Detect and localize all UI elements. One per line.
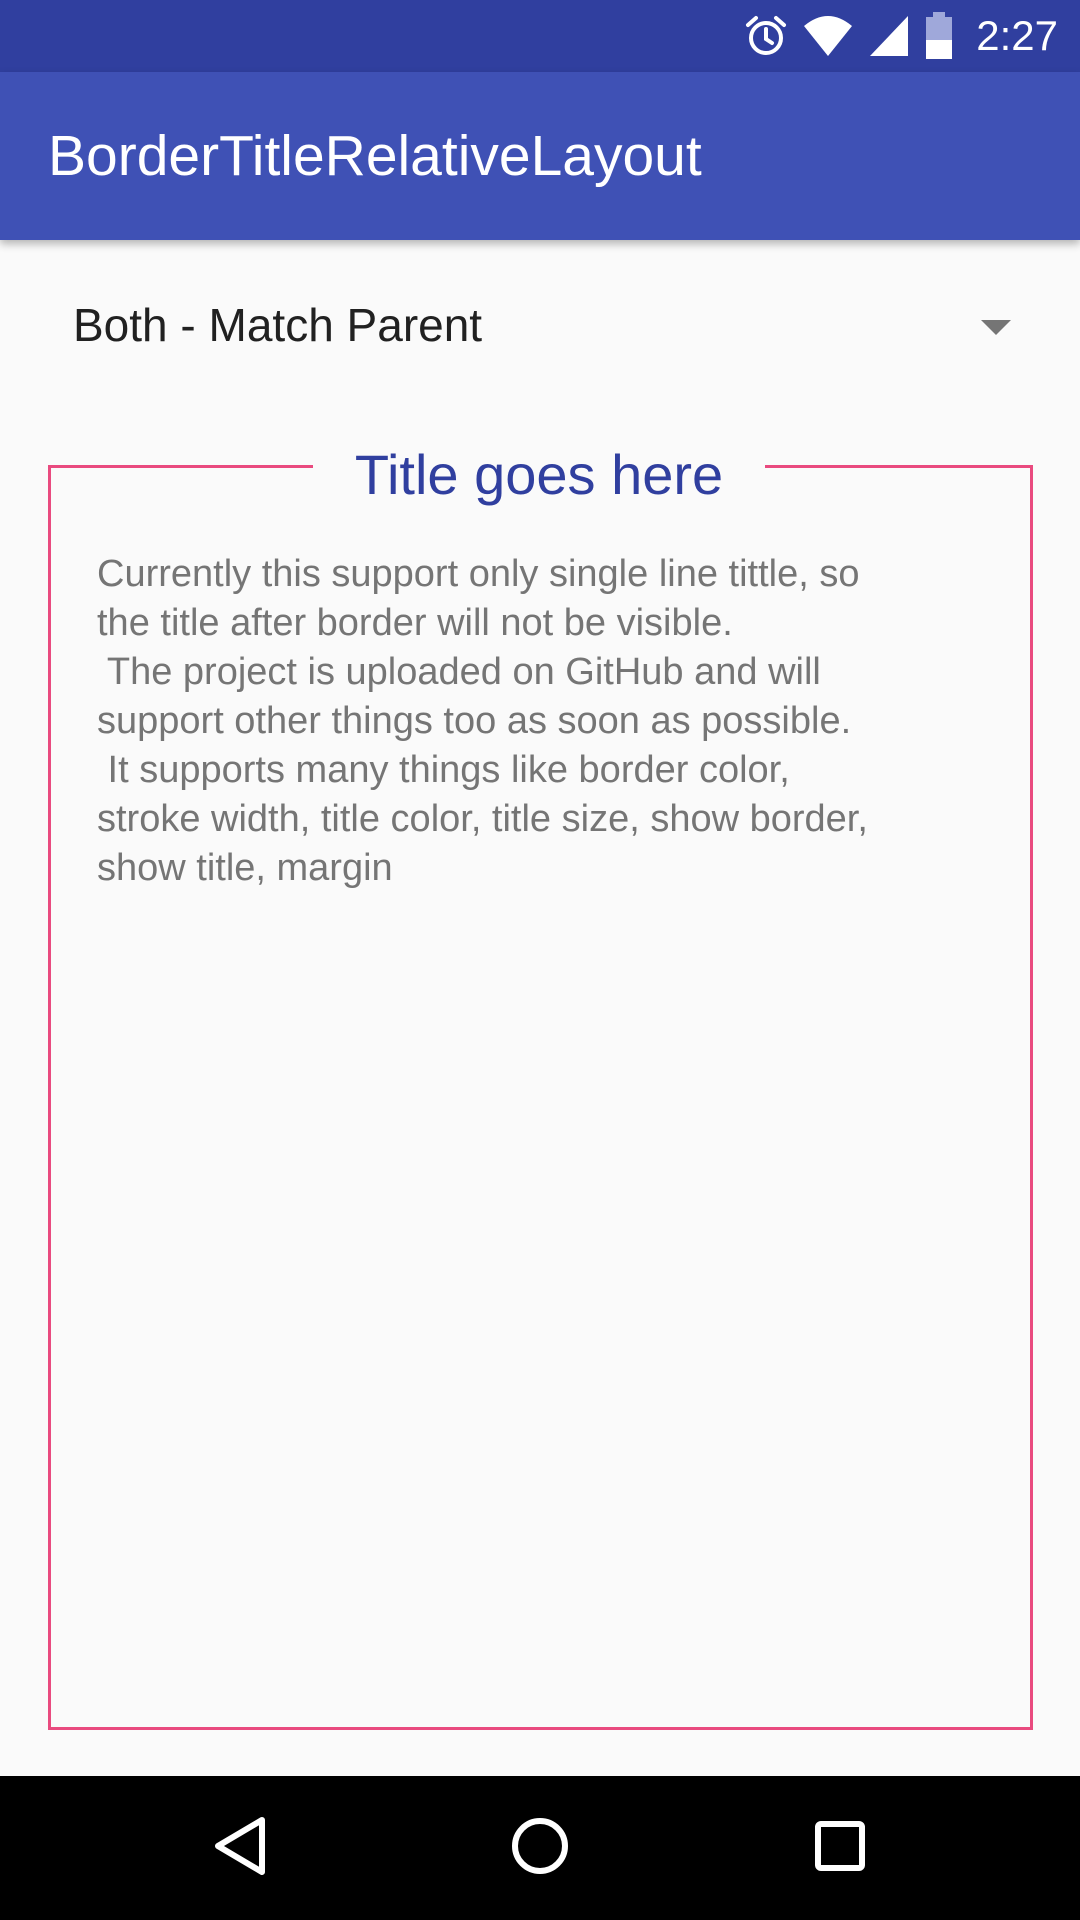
body-text-line: support other things too as soon as poss… [97, 700, 852, 742]
status-icons: 2:27 [744, 0, 1058, 72]
body-text-line: The project is uploaded on GitHub and wi… [97, 651, 821, 693]
body-text-line: It supports many things like border colo… [97, 749, 790, 791]
border-layout-title: Title goes here [313, 432, 765, 518]
app-bar: BorderTitleRelativeLayout [0, 72, 1080, 240]
recents-icon [814, 1820, 866, 1877]
cell-signal-icon [868, 14, 910, 58]
recents-button[interactable] [760, 1776, 920, 1920]
back-icon [212, 1816, 268, 1881]
navigation-bar [0, 1776, 1080, 1920]
layout-mode-spinner[interactable]: Both - Match Parent [0, 240, 1080, 410]
body-text-line: Currently this support only single line … [97, 553, 860, 595]
body-text-line: the title after border will not be visib… [97, 602, 733, 644]
alarm-icon [744, 14, 788, 58]
battery-icon [924, 12, 954, 60]
home-button[interactable] [460, 1776, 620, 1920]
body-text-line: show title, margin [97, 847, 393, 889]
dropdown-arrow-icon [981, 320, 1011, 335]
status-time: 2:27 [976, 12, 1058, 59]
home-icon [510, 1816, 570, 1881]
wifi-icon [802, 14, 854, 58]
body-text-line: stroke width, title color, title size, s… [97, 798, 868, 840]
border-layout-body: Currently this support only single line … [97, 550, 977, 893]
back-button[interactable] [160, 1776, 320, 1920]
app-title: BorderTitleRelativeLayout [48, 124, 702, 188]
spinner-selected-value: Both - Match Parent [73, 299, 483, 351]
status-bar: 2:27 [0, 0, 1080, 72]
